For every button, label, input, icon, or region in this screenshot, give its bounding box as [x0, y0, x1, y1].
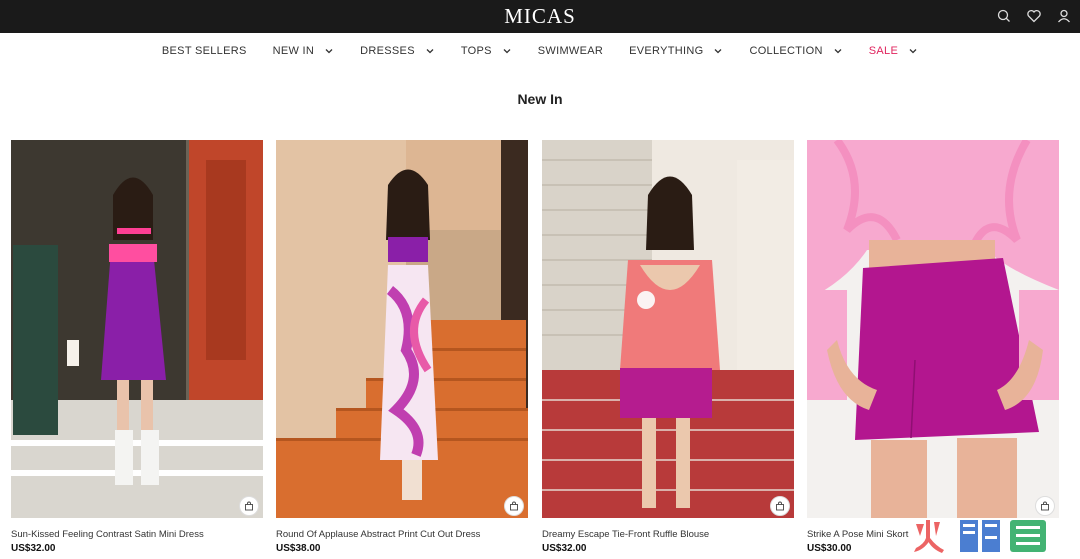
- top-bar: MICAS: [0, 0, 1080, 33]
- nav-item-swimwear[interactable]: SWIMWEAR: [538, 45, 603, 57]
- product-card[interactable]: Strike A Pose Mini Skort US$30.00: [807, 140, 1059, 559]
- nav-label: DRESSES: [360, 45, 415, 57]
- main-nav: BEST SELLERS NEW IN DRESSES TOPS SWIMWEA…: [0, 33, 1080, 69]
- product-image[interactable]: [11, 140, 263, 518]
- brand-logo[interactable]: MICAS: [0, 4, 1080, 29]
- nav-label: SALE: [868, 45, 899, 57]
- nav-label: NEW IN: [272, 45, 315, 57]
- product-name[interactable]: Round Of Applause Abstract Print Cut Out…: [276, 529, 480, 540]
- nav-item-dresses[interactable]: DRESSES: [360, 45, 435, 57]
- product-card[interactable]: Dreamy Escape Tie-Front Ruffle Blouse US…: [542, 140, 794, 559]
- nav-item-new-in[interactable]: NEW IN: [273, 45, 335, 57]
- product-price: US$38.00: [276, 543, 321, 554]
- watermark-logo: [914, 520, 1046, 553]
- nav-item-tops[interactable]: TOPS: [461, 45, 512, 57]
- product-grid: Sun-Kissed Feeling Contrast Satin Mini D…: [11, 140, 1071, 559]
- nav-item-collection[interactable]: COLLECTION: [749, 45, 842, 57]
- chevron-down-icon: [426, 49, 434, 54]
- product-card[interactable]: Round Of Applause Abstract Print Cut Out…: [276, 140, 528, 559]
- add-to-cart-button[interactable]: [1035, 496, 1055, 516]
- user-icon[interactable]: [1056, 8, 1072, 24]
- nav-label: BEST SELLERS: [161, 45, 247, 57]
- nav-item-best-sellers[interactable]: BEST SELLERS: [162, 45, 247, 57]
- bag-icon: [510, 501, 518, 511]
- product-image[interactable]: [807, 140, 1059, 518]
- product-name[interactable]: Dreamy Escape Tie-Front Ruffle Blouse: [542, 529, 709, 540]
- product-image[interactable]: [276, 140, 528, 518]
- add-to-cart-button[interactable]: [504, 496, 524, 516]
- bag-icon: [245, 501, 253, 511]
- chevron-down-icon: [714, 49, 722, 54]
- product-name[interactable]: Sun-Kissed Feeling Contrast Satin Mini D…: [11, 529, 204, 540]
- product-name[interactable]: Strike A Pose Mini Skort: [807, 529, 908, 540]
- bag-icon: [776, 501, 784, 511]
- search-icon[interactable]: [996, 8, 1012, 24]
- bag-icon: [1041, 501, 1049, 511]
- chevron-down-icon: [909, 49, 917, 54]
- nav-label: TOPS: [460, 45, 492, 57]
- product-card[interactable]: Sun-Kissed Feeling Contrast Satin Mini D…: [11, 140, 263, 559]
- header-icons: [996, 8, 1072, 24]
- nav-label: SWIMWEAR: [537, 45, 604, 57]
- nav-label: COLLECTION: [749, 45, 823, 57]
- chevron-down-icon: [834, 49, 842, 54]
- product-price: US$32.00: [542, 543, 587, 554]
- chevron-down-icon: [503, 49, 511, 54]
- nav-item-everything[interactable]: EVERYTHING: [629, 45, 723, 57]
- add-to-cart-button[interactable]: [239, 496, 259, 516]
- product-image[interactable]: [542, 140, 794, 518]
- nav-item-sale[interactable]: SALE: [869, 45, 918, 57]
- product-price: US$32.00: [11, 543, 56, 554]
- add-to-cart-button[interactable]: [770, 496, 790, 516]
- heart-icon[interactable]: [1026, 8, 1042, 24]
- product-price: US$30.00: [807, 543, 852, 554]
- nav-label: EVERYTHING: [629, 45, 704, 57]
- chevron-down-icon: [325, 49, 333, 54]
- section-title: New In: [517, 91, 563, 107]
